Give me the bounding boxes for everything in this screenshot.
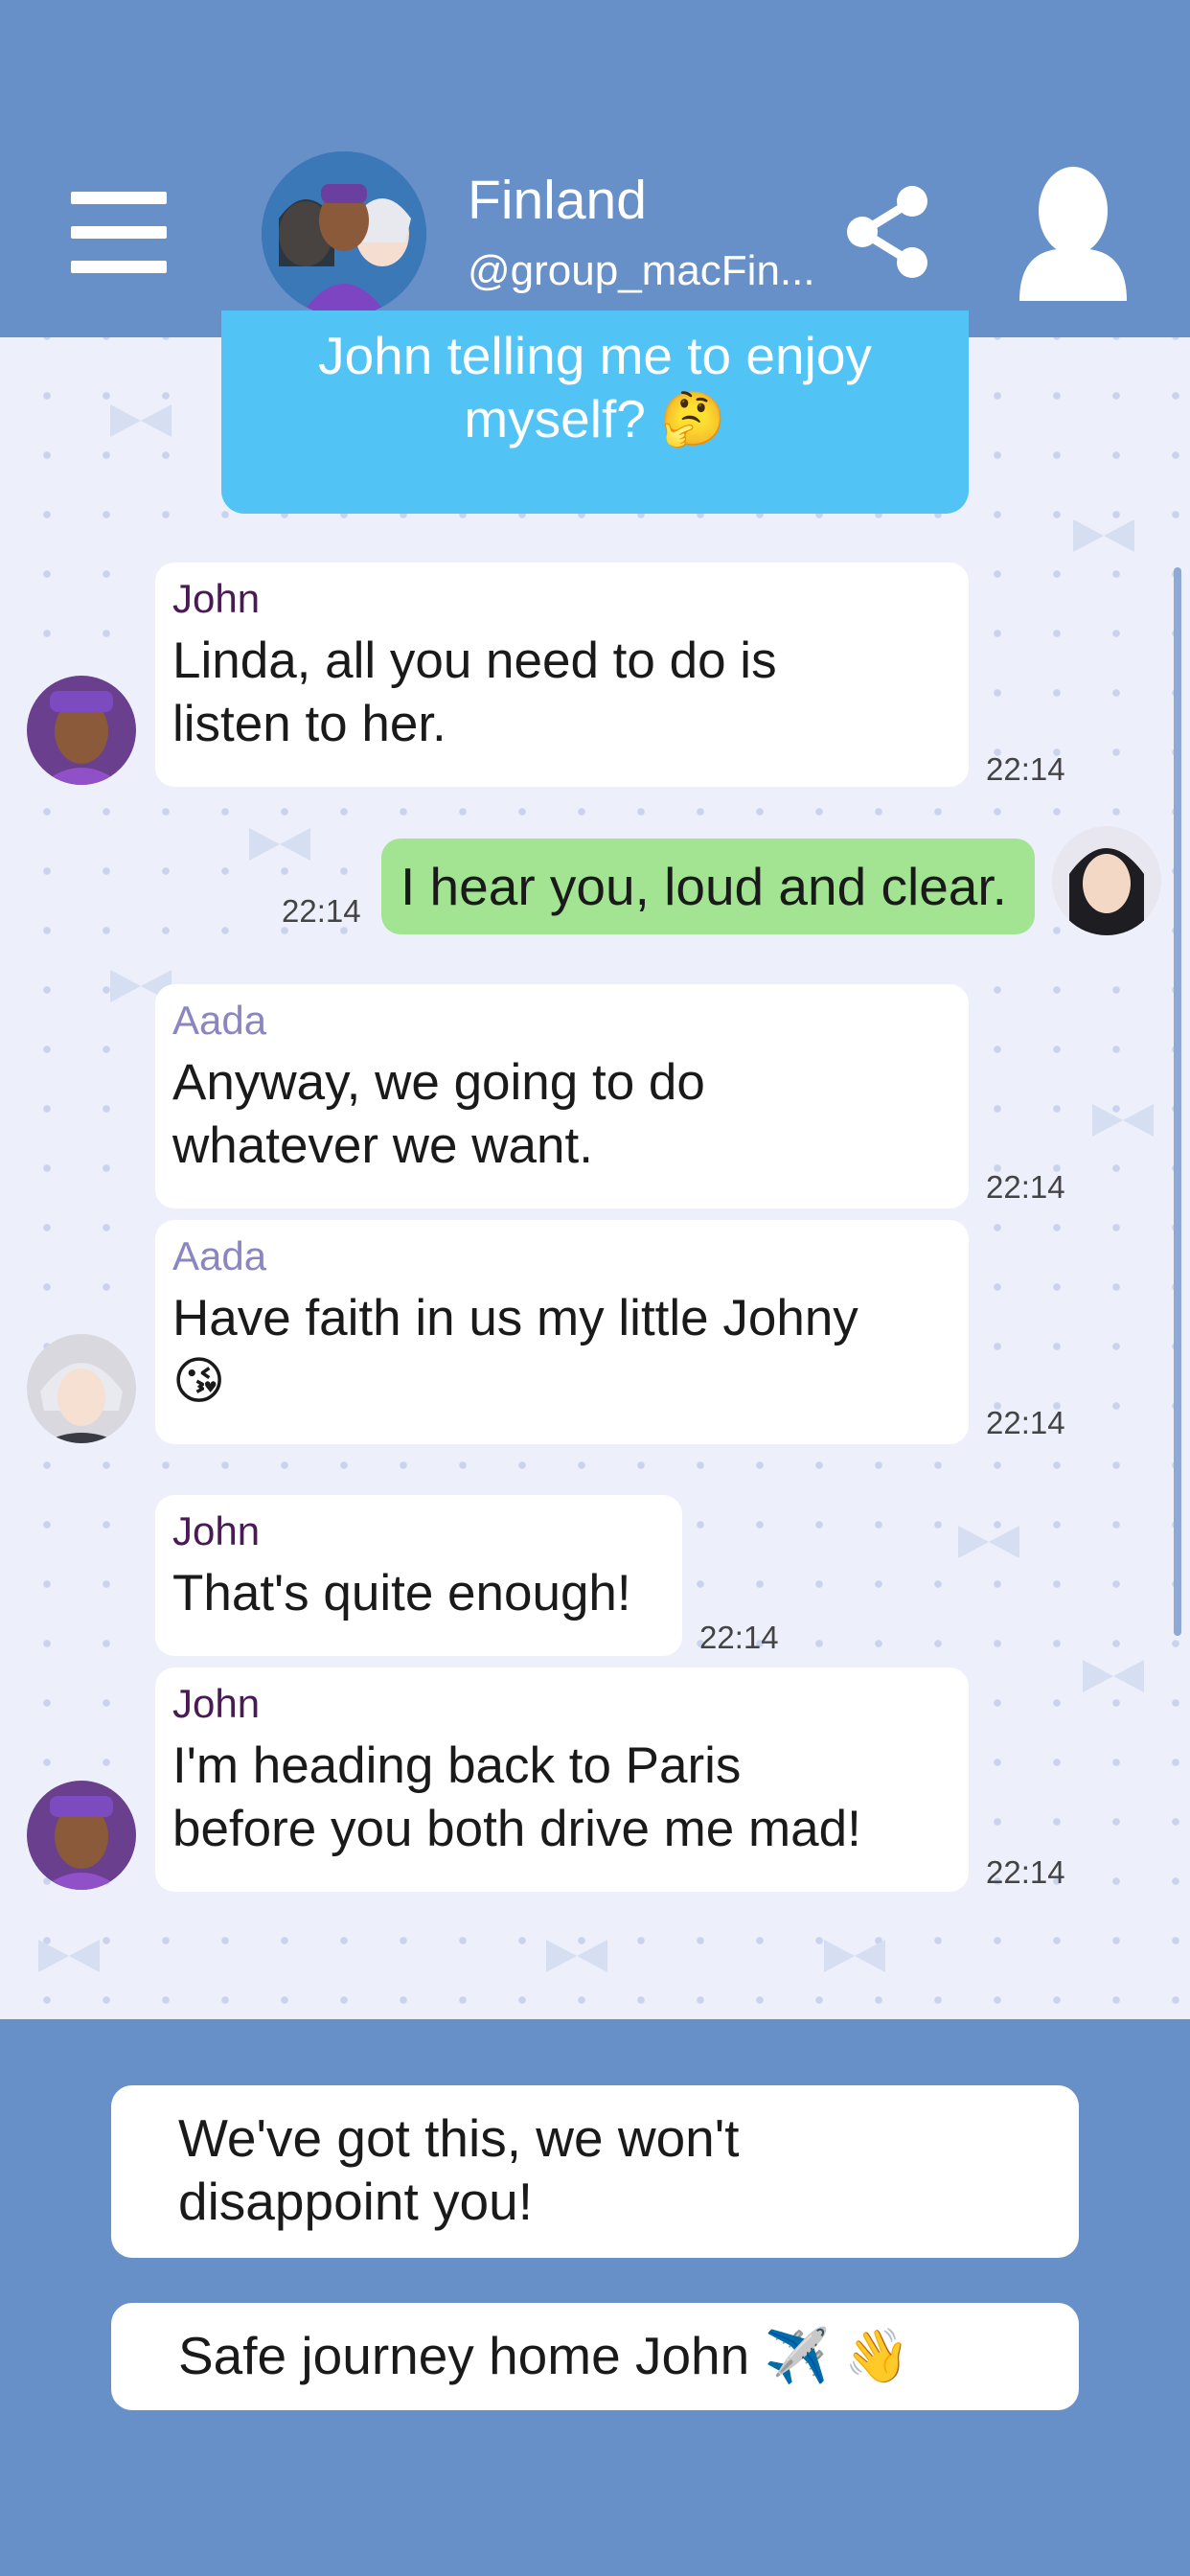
message-text: Anyway, we going to do xyxy=(172,1054,705,1111)
john-avatar[interactable] xyxy=(27,676,136,785)
message-text: before you both drive me mad! xyxy=(172,1801,861,1857)
sender-name: John xyxy=(172,576,261,621)
narration-text: John telling me to enjoy myself? 🤔 xyxy=(318,326,872,448)
bow-pattern-icon xyxy=(1083,1660,1144,1692)
chat-handle: @group_macFin... xyxy=(468,247,815,294)
bow-pattern-icon xyxy=(824,1940,885,1972)
bow-pattern-icon xyxy=(546,1940,607,1972)
hamburger-menu-icon[interactable] xyxy=(71,192,167,274)
chat-header: Finland @group_macFin... xyxy=(0,0,1190,337)
message-bubble: John That's quite enough! xyxy=(155,1495,682,1656)
reply-choice-button[interactable]: Safe journey home John ✈️ 👋 xyxy=(111,2303,1079,2410)
message-bubble: John Linda, all you need to do is listen… xyxy=(155,563,969,787)
narration-bubble: John telling me to enjoy myself? 🤔 xyxy=(221,310,969,514)
sender-name: Aada xyxy=(172,1233,267,1278)
reply-choice-text: Safe journey home John ✈️ 👋 xyxy=(178,2326,910,2385)
bow-pattern-icon xyxy=(958,1526,1019,1558)
share-icon[interactable] xyxy=(839,180,935,284)
message-text: 😘 xyxy=(172,1353,226,1410)
chat-scrollbar[interactable] xyxy=(1174,567,1181,1636)
reply-choice-text: We've got this, we won't xyxy=(178,2108,740,2168)
aada-avatar[interactable] xyxy=(27,1334,136,1443)
message-text: Have faith in us my little Johny xyxy=(172,1290,858,1346)
profile-icon[interactable] xyxy=(1016,161,1131,305)
bow-pattern-icon xyxy=(110,404,172,437)
message-bubble: Aada Anyway, we going to do whatever we … xyxy=(155,984,969,1208)
message-bubble: Aada Have faith in us my little Johny 😘 xyxy=(155,1220,969,1444)
sender-name: Aada xyxy=(172,998,267,1043)
reply-choice-button[interactable]: We've got this, we won't disappoint you! xyxy=(111,2085,1079,2258)
group-avatar[interactable] xyxy=(262,151,426,316)
message-time: 22:14 xyxy=(986,1854,1065,1890)
message-time: 22:14 xyxy=(699,1620,779,1655)
message-time: 22:14 xyxy=(282,893,361,929)
chat-title: Finland xyxy=(468,170,647,231)
reply-choices-panel: We've got this, we won't disappoint you!… xyxy=(0,2019,1190,2576)
user-avatar[interactable] xyxy=(1052,826,1161,935)
message-bubble: John I'm heading back to Paris before yo… xyxy=(155,1668,969,1892)
message-text: I'm heading back to Paris xyxy=(172,1737,742,1794)
sender-name: John xyxy=(172,1508,261,1553)
message-time: 22:14 xyxy=(986,1169,1065,1205)
outgoing-message-bubble: I hear you, loud and clear. xyxy=(381,839,1035,934)
message-text: Linda, all you need to do is xyxy=(172,632,777,689)
message-time: 22:14 xyxy=(986,1405,1065,1440)
john-avatar[interactable] xyxy=(27,1781,136,1890)
message-text: I hear you, loud and clear. xyxy=(400,857,1007,916)
reply-choice-text: disappoint you! xyxy=(178,2172,533,2231)
message-text: whatever we want. xyxy=(172,1117,593,1174)
message-text: That's quite enough! xyxy=(172,1565,631,1622)
bow-pattern-icon xyxy=(38,1940,100,1972)
sender-name: John xyxy=(172,1681,261,1726)
bow-pattern-icon xyxy=(1073,519,1134,552)
bow-pattern-icon xyxy=(1092,1104,1154,1137)
message-text: listen to her. xyxy=(172,696,446,752)
message-time: 22:14 xyxy=(986,751,1065,787)
bow-pattern-icon xyxy=(249,828,310,861)
